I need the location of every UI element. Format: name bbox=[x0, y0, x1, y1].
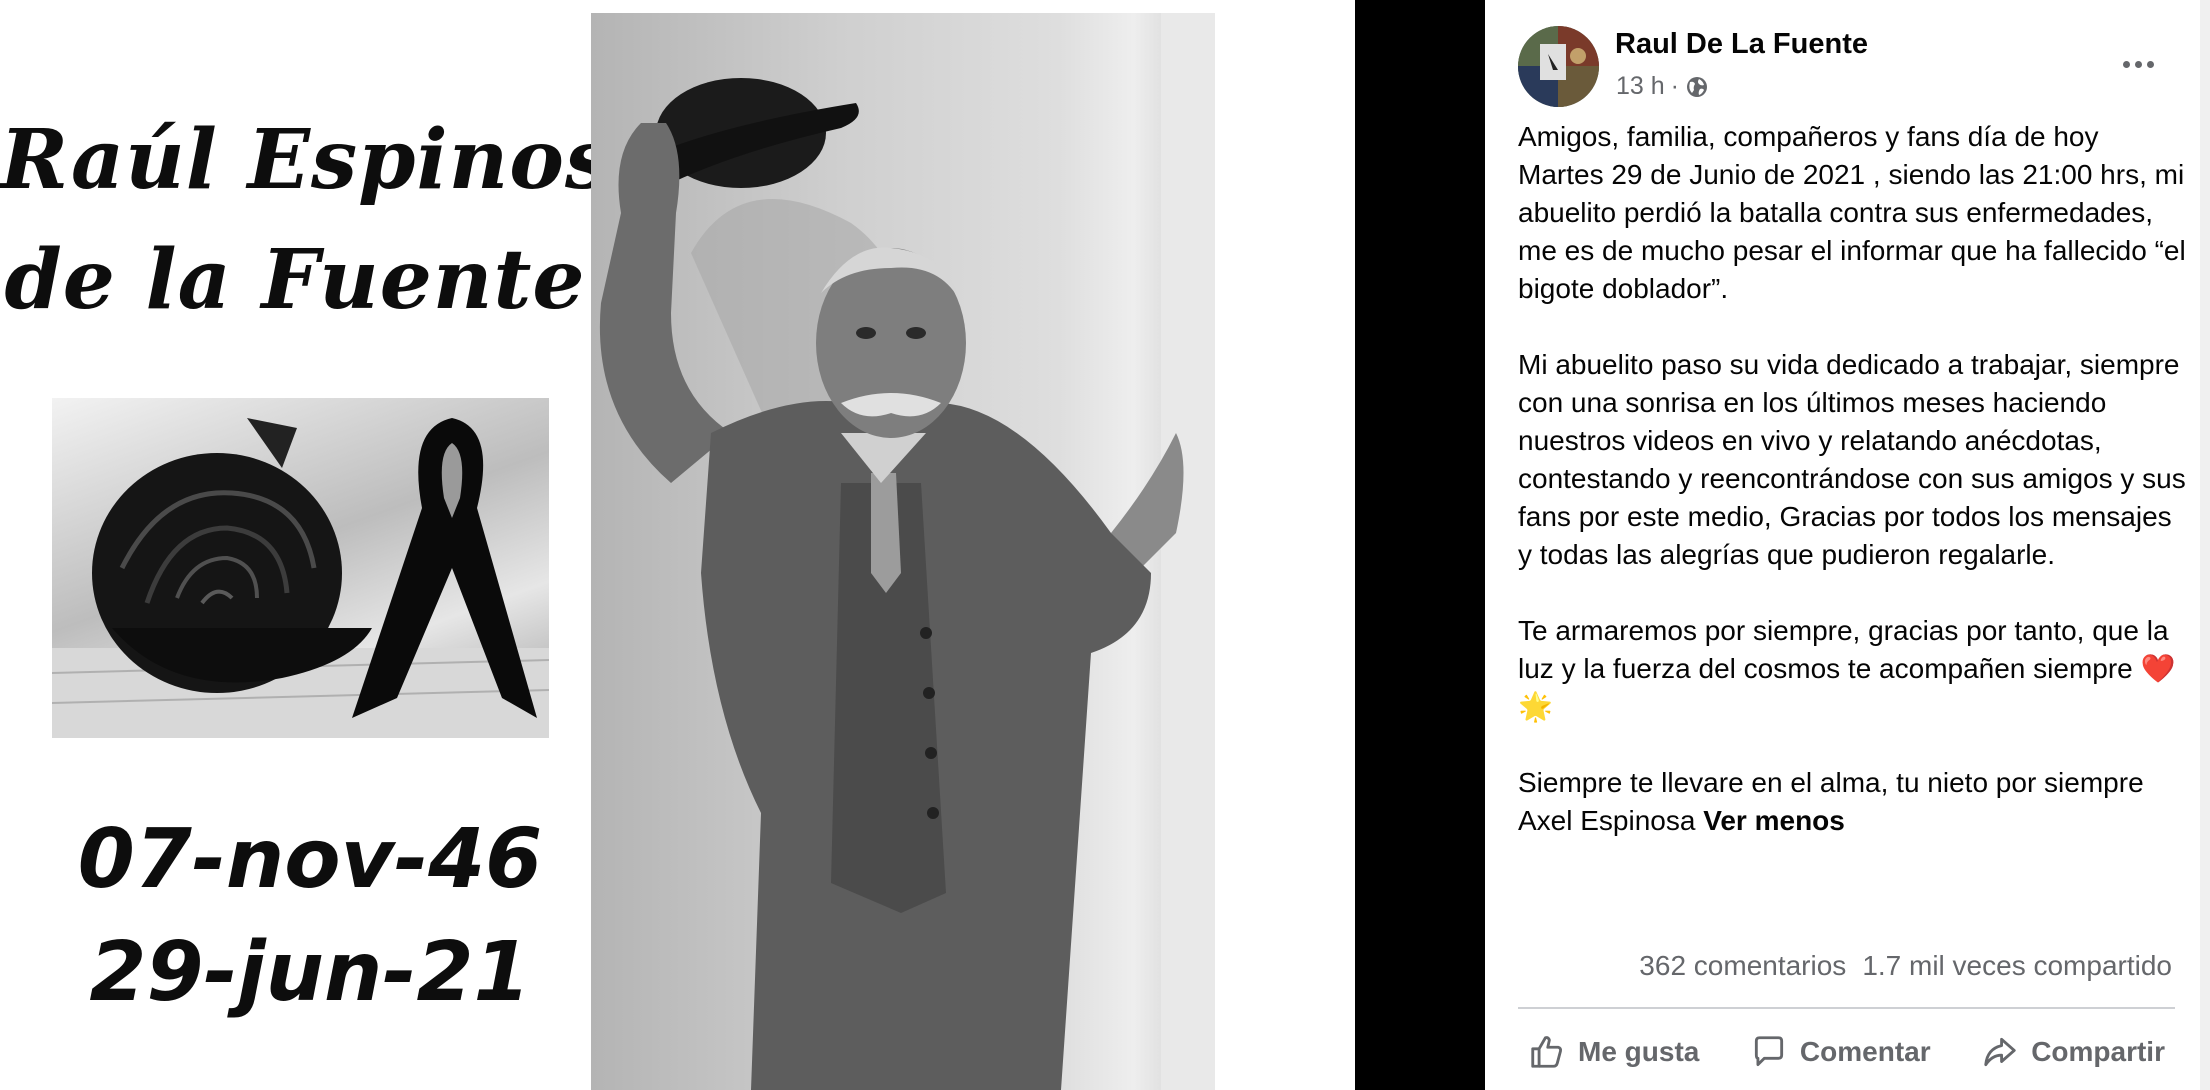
post-paragraph-3: Te armaremos por siempre, gracias por ta… bbox=[1518, 615, 2176, 722]
comment-label: Comentar bbox=[1799, 1036, 1931, 1067]
memorial-death-date: 29-jun-21 bbox=[89, 925, 531, 1020]
dot bbox=[2146, 60, 2154, 68]
post-stats: 362 comentarios 1.7 mil veces compartido bbox=[1639, 950, 2172, 982]
post-paragraph-1: Amigos, familia, compañeros y fans día d… bbox=[1518, 121, 2186, 304]
black-rose-ribbon-image bbox=[52, 398, 549, 738]
share-button[interactable]: Compartir bbox=[1971, 1033, 2175, 1071]
rose-icon bbox=[92, 418, 372, 693]
post-panel: Raul De La Fuente 13 h · Amigos, familia… bbox=[1485, 0, 2210, 1090]
like-button[interactable]: Me gusta bbox=[1518, 1033, 1709, 1071]
meta-separator: · bbox=[1670, 72, 1679, 100]
shares-count[interactable]: 1.7 mil veces compartido bbox=[1862, 950, 2172, 982]
memorial-birth-date: 07-nov-46 bbox=[77, 812, 543, 907]
portrait-photo bbox=[591, 13, 1215, 1090]
see-less-link[interactable]: Ver menos bbox=[1703, 805, 1845, 836]
post-meta: 13 h · bbox=[1616, 72, 1709, 101]
post-paragraph-4: Siempre te llevare en el alma, tu nieto … bbox=[1518, 764, 2188, 840]
share-label: Compartir bbox=[2031, 1036, 2165, 1067]
author-name[interactable]: Raul De La Fuente bbox=[1615, 28, 1868, 61]
bowler-hat-icon bbox=[656, 78, 859, 188]
like-label: Me gusta bbox=[1578, 1036, 1700, 1067]
memorial-image[interactable]: Raúl Espinosa de la Fuente 07-nov-46 29-… bbox=[0, 0, 1355, 1090]
memorial-name-line2: de la Fuente bbox=[4, 232, 586, 328]
share-icon bbox=[1984, 1037, 2016, 1067]
globe-icon bbox=[1687, 76, 1707, 97]
actions-divider bbox=[1518, 1007, 2175, 1009]
more-options-button[interactable] bbox=[2110, 44, 2166, 84]
face bbox=[816, 247, 966, 438]
post-paragraph-2: Mi abuelito paso su vida dedicado a trab… bbox=[1518, 349, 2186, 570]
post-actions: Me gusta Comentar Compartir bbox=[1518, 1027, 2175, 1077]
thumbs-up-icon bbox=[1531, 1036, 1563, 1068]
comment-button[interactable]: Comentar bbox=[1740, 1033, 1941, 1071]
comments-count[interactable]: 362 comentarios bbox=[1639, 950, 1846, 982]
author-avatar[interactable] bbox=[1518, 26, 1599, 107]
dot bbox=[2122, 60, 2130, 68]
black-separator bbox=[1355, 0, 1485, 1090]
dot bbox=[2134, 60, 2142, 68]
post-text: Amigos, familia, compañeros y fans día d… bbox=[1518, 118, 2188, 840]
post-time[interactable]: 13 h bbox=[1616, 72, 1665, 101]
scrollbar-track[interactable] bbox=[2200, 0, 2210, 1090]
comment-icon bbox=[1754, 1036, 1784, 1067]
memorial-name-line1: Raúl Espinosa bbox=[0, 112, 667, 208]
